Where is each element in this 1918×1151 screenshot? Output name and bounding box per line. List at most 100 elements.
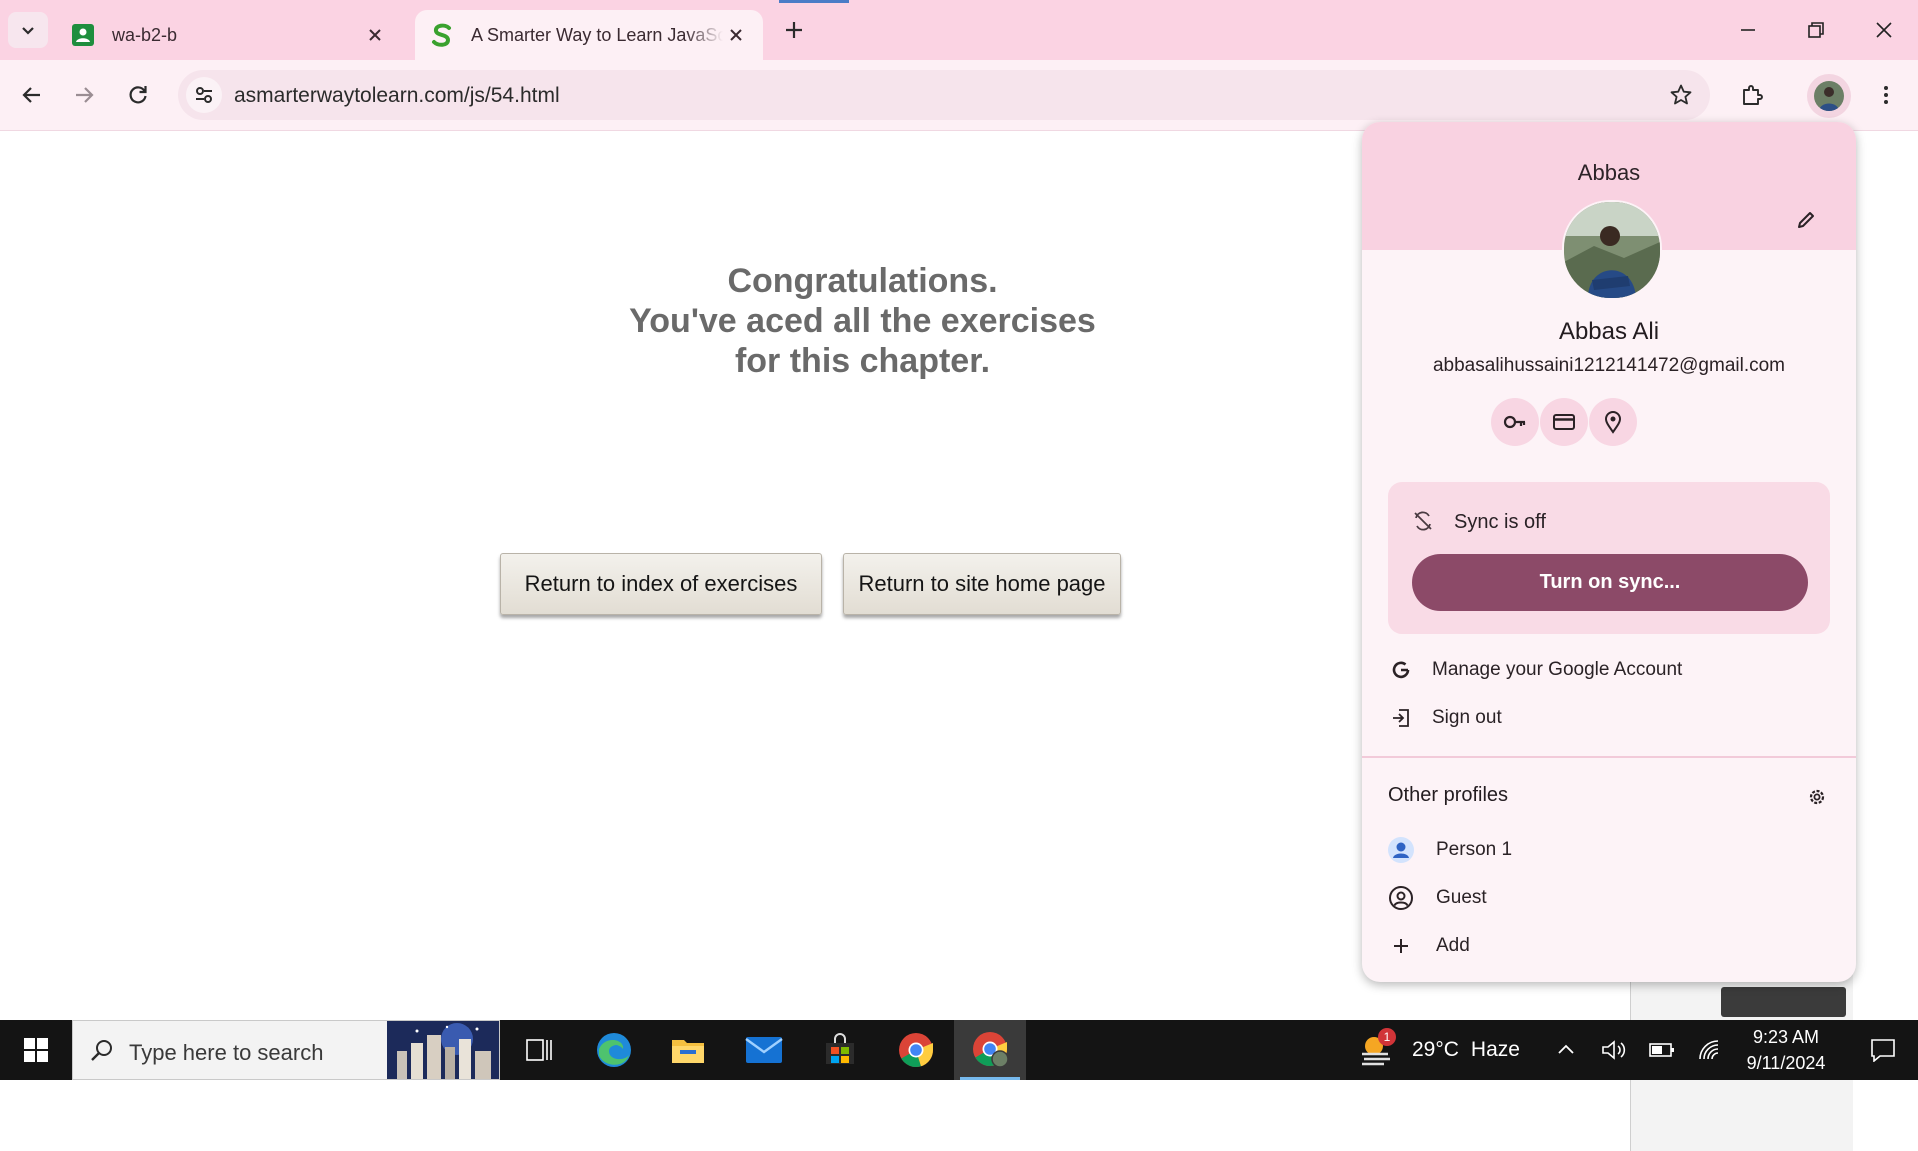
passwords-button[interactable]	[1491, 398, 1539, 446]
task-view-icon	[526, 1039, 552, 1061]
clock-time: 9:23 AM	[1752, 1027, 1820, 1047]
close-tab-icon[interactable]	[362, 22, 388, 48]
chrome-taskbar-button[interactable]	[880, 1020, 952, 1080]
arrow-left-icon	[22, 87, 40, 103]
site-info-button[interactable]	[186, 77, 222, 113]
file-explorer-taskbar-button[interactable]	[652, 1020, 724, 1080]
reload-button[interactable]	[118, 75, 158, 115]
back-button[interactable]	[12, 75, 52, 115]
edit-profile-button[interactable]	[1790, 204, 1822, 236]
search-highlight-art	[387, 1021, 499, 1079]
windows-taskbar: Type here to search 1 29°C Haze 9:23 AM …	[0, 1020, 1918, 1080]
tab-wa-b2-b[interactable]: wa-b2-b	[56, 10, 402, 60]
close-tab-icon[interactable]	[723, 22, 749, 48]
search-placeholder: Type here to search	[129, 1040, 324, 1065]
weather-alert-badge: 1	[1378, 1028, 1396, 1046]
return-to-home-button[interactable]: Return to site home page	[843, 553, 1121, 615]
profile-label: Guest	[1436, 887, 1487, 908]
notification-center-button[interactable]	[1848, 1020, 1918, 1080]
add-profile-item[interactable]: Add	[1362, 924, 1856, 968]
volume-button[interactable]	[1594, 1020, 1634, 1080]
chevron-up-icon	[1558, 1044, 1574, 1054]
manage-account-label: Manage your Google Account	[1432, 659, 1683, 680]
kebab-menu-icon	[1884, 86, 1888, 104]
store-taskbar-button[interactable]	[804, 1020, 876, 1080]
google-g-icon	[1386, 655, 1416, 685]
tab-smarter-way-javascript[interactable]: A Smarter Way to Learn JavaScript	[415, 10, 763, 60]
mail-icon	[745, 1037, 783, 1063]
new-tab-button[interactable]	[778, 14, 810, 46]
email-address: abbasalihussaini1212141472@gmail.com	[1432, 355, 1786, 376]
sync-off-icon	[1408, 506, 1438, 536]
wifi-icon	[1699, 1040, 1719, 1060]
message-line: for this chapter.	[734, 342, 991, 380]
person-avatar-icon	[1386, 835, 1416, 865]
profile-guest[interactable]: Guest	[1362, 876, 1856, 920]
manage-google-account-item[interactable]: Manage your Google Account	[1362, 648, 1856, 692]
other-profiles-heading: Other profiles	[1388, 784, 1509, 806]
book-image	[1721, 987, 1846, 1017]
green-person-icon	[70, 22, 96, 48]
chrome-profile-taskbar-button[interactable]	[954, 1020, 1026, 1080]
url-text[interactable]: asmarterwaytolearn.com/js/54.html	[234, 84, 560, 108]
chrome-icon	[899, 1033, 934, 1068]
arrow-right-icon	[76, 87, 94, 103]
tab-title: wa-b2-b	[112, 24, 178, 45]
reload-icon	[129, 86, 147, 104]
message-line: You've aced all the exercises	[629, 302, 1096, 340]
bookmark-star-button[interactable]	[1666, 80, 1696, 110]
close-window-button[interactable]	[1850, 0, 1918, 60]
congratulations-message: Congratulations. You've aced all the exe…	[560, 261, 1165, 381]
sync-status: Sync is off	[1454, 511, 1546, 533]
weather-widget[interactable]: 1 29°C Haze	[1356, 1020, 1520, 1080]
chevron-down-icon	[22, 27, 34, 35]
tab-search-button[interactable]	[8, 12, 48, 48]
sign-out-item[interactable]: Sign out	[1362, 696, 1856, 740]
chrome-profile-icon	[973, 1032, 1009, 1068]
profile-label: Person 1	[1436, 839, 1513, 860]
windows-logo-icon	[24, 1038, 48, 1062]
start-button[interactable]	[0, 1020, 72, 1080]
address-bar[interactable]: asmarterwaytolearn.com/js/54.html	[178, 70, 1710, 120]
return-to-index-button[interactable]: Return to index of exercises	[500, 553, 822, 615]
location-pin-icon	[1604, 411, 1622, 434]
extensions-button[interactable]	[1732, 75, 1772, 115]
plus-icon	[1386, 931, 1416, 961]
pencil-icon	[1798, 212, 1814, 228]
sign-out-label: Sign out	[1432, 707, 1502, 728]
puzzle-icon	[1743, 85, 1763, 105]
mail-taskbar-button[interactable]	[728, 1020, 800, 1080]
taskbar-search[interactable]: Type here to search	[72, 1020, 500, 1080]
addresses-button[interactable]	[1589, 398, 1637, 446]
search-icon	[87, 1036, 117, 1066]
folder-icon	[672, 1040, 704, 1063]
minimize-button[interactable]	[1714, 0, 1782, 60]
profile-name: Abbas	[1577, 160, 1641, 185]
show-hidden-icons-button[interactable]	[1546, 1020, 1586, 1080]
message-line: Congratulations.	[727, 262, 998, 300]
weather-condition: Haze	[1470, 1038, 1520, 1061]
system-clock[interactable]: 9:23 AM 9/11/2024	[1730, 1024, 1842, 1076]
turn-on-sync-button[interactable]: Turn on sync...	[1412, 554, 1808, 611]
guest-icon	[1386, 883, 1416, 913]
battery-icon	[1649, 1043, 1674, 1057]
browser-toolbar: asmarterwaytolearn.com/js/54.html	[0, 60, 1918, 131]
network-button[interactable]	[1690, 1020, 1730, 1080]
browser-menu-button[interactable]	[1866, 75, 1906, 115]
manage-profiles-button[interactable]	[1802, 782, 1832, 812]
minimize-icon	[1741, 29, 1755, 31]
clock-date: 9/11/2024	[1746, 1053, 1826, 1073]
loading-indicator	[779, 0, 849, 3]
sign-out-icon	[1386, 703, 1416, 733]
payment-methods-button[interactable]	[1540, 398, 1588, 446]
forward-button[interactable]	[64, 75, 104, 115]
task-view-button[interactable]	[504, 1020, 576, 1080]
edge-taskbar-button[interactable]	[578, 1020, 650, 1080]
full-name: Abbas Ali	[1558, 318, 1660, 345]
battery-button[interactable]	[1642, 1020, 1682, 1080]
profile-button[interactable]	[1807, 74, 1851, 118]
profile-person-1[interactable]: Person 1	[1362, 828, 1856, 872]
key-icon	[1503, 415, 1526, 429]
restore-button[interactable]	[1782, 0, 1850, 60]
weather-temperature: 29°C	[1412, 1038, 1459, 1061]
